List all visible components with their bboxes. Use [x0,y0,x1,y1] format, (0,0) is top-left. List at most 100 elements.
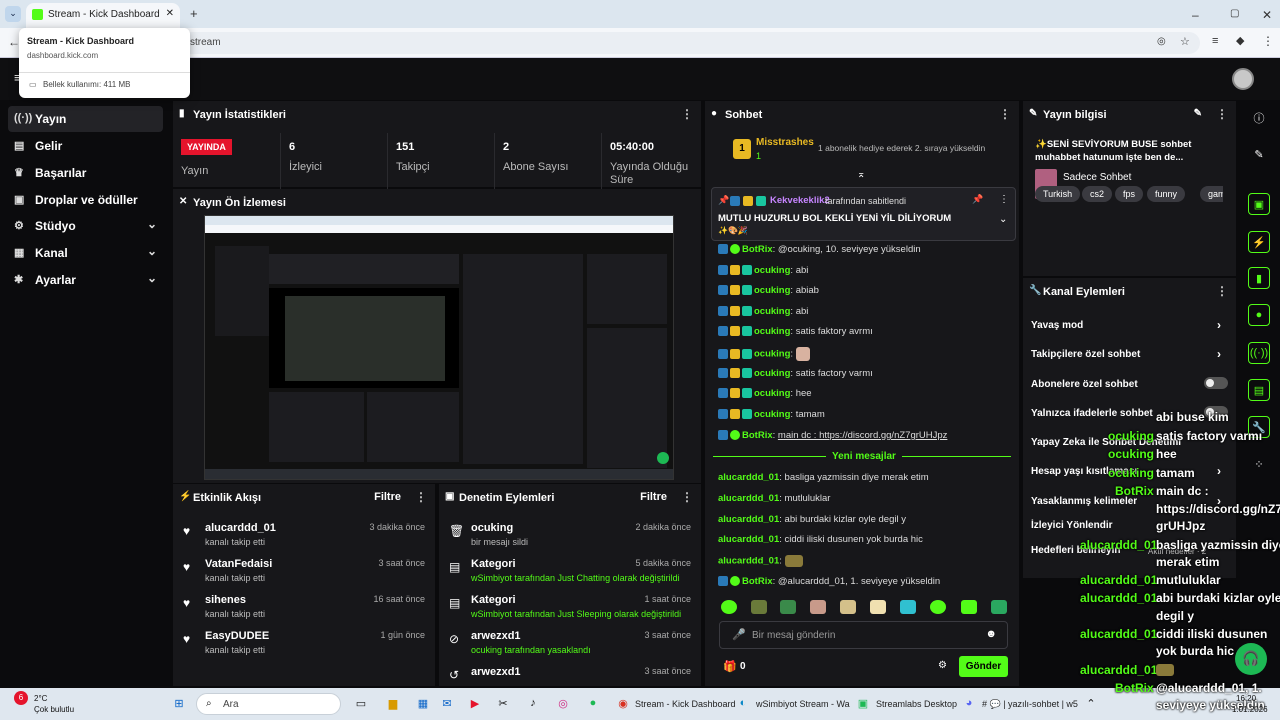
taskbar-app-streamlabs[interactable]: Streamlabs Desktop [876,699,957,709]
chevron-down-icon: ⌄ [146,271,157,285]
taskbar-search[interactable]: ⌕ Ara [196,693,341,715]
list-item: ↺ arwezxd1 3 saat önce [449,666,691,682]
tag[interactable]: cs2 [1082,186,1113,202]
more-options-icon[interactable]: ⋮ [681,490,693,504]
weather-temp[interactable]: 2°C [34,694,47,703]
menu-icon[interactable]: ⋮ [1262,34,1274,48]
subscribers-only-toggle[interactable] [1204,377,1228,389]
more-options-icon[interactable]: ⋮ [1216,284,1228,298]
memory-icon: ▭ [29,80,37,89]
extension-icon[interactable]: ◆ [1236,34,1244,47]
taskbar-app-chrome[interactable]: Stream - Kick Dashboard [635,699,736,709]
system-tray-icon[interactable]: ⌃ [1080,693,1102,715]
more-options-icon[interactable]: ⋮ [681,107,693,121]
expand-icon[interactable]: ⌄ [999,214,1007,225]
outlook-icon[interactable]: ✉ [436,693,458,715]
emote-icon[interactable] [721,600,737,614]
emote-icon[interactable] [930,600,946,614]
more-options-icon[interactable]: ⋮ [999,107,1011,121]
sidebar-item-studyo[interactable]: ⚙ Stüdyo ⌄ [8,213,163,239]
action-followers-only[interactable]: Takipçilere özel sohbet › [1031,347,1221,361]
emote-icon[interactable] [900,600,916,614]
unpin-icon[interactable]: 📌 [972,194,983,205]
emote-icon[interactable] [810,600,826,614]
emote-icon[interactable] [751,600,767,614]
sidebar-item-droplar[interactable]: ▣ Droplar ve ödüller [8,187,163,213]
emote-icon[interactable] [780,600,796,614]
broadcast-icon[interactable]: ((·)) [1248,342,1270,364]
chat-toggle-icon[interactable]: ● [1248,304,1270,326]
emote-icon[interactable] [991,600,1007,614]
overlay-message: yok burda hic [1156,644,1235,658]
tag[interactable]: fps [1115,186,1144,202]
emoji-icon[interactable]: ☻ [985,628,997,640]
layout-icon[interactable]: ⁘ [1248,454,1270,476]
microphone-icon[interactable]: 🎤 [732,628,746,641]
windows-start-icon[interactable]: ⊞ [168,693,190,715]
edge-icon[interactable]: ◐ [732,693,754,715]
sidebar-item-basarilar[interactable]: ♛ Başarılar [8,160,163,186]
bolt-icon[interactable]: ⚡ [1248,231,1270,253]
avatar[interactable] [1232,68,1254,90]
hover-card-domain: dashboard.kick.com [27,51,99,60]
emote-icon[interactable] [870,600,886,614]
ban-icon: ⊘ [449,632,460,646]
more-options-icon[interactable]: ⋮ [999,194,1009,205]
collapse-icon[interactable]: ⌅ [857,169,865,180]
tag[interactable]: gam [1200,186,1223,202]
moderation-toggle-icon[interactable]: ▤ [1248,379,1270,401]
taskbar-app-discord[interactable]: # 💬 | yazılı-sohbet | w5 [982,699,1078,710]
instagram-icon[interactable]: ◎ [552,693,574,715]
tag[interactable]: Turkish [1035,186,1081,202]
category-icon: ▤ [449,596,461,610]
pencil-icon[interactable]: ✎ [1248,144,1270,166]
emote-icon[interactable] [961,600,977,614]
chat-input[interactable]: 🎤 Bir mesaj gönderin ☻ [719,621,1008,649]
tab-list-button[interactable]: ⌄ [5,6,21,22]
chrome-icon[interactable]: ◉ [612,693,634,715]
close-window-icon[interactable]: ✕ [1262,8,1272,22]
support-icon[interactable]: 🎧 [1235,643,1267,675]
overlay-user: alucarddd_01 [1080,538,1158,552]
spotify-icon[interactable]: ● [582,693,604,715]
points-icon[interactable]: 🎁 [723,660,737,673]
preview-video[interactable] [204,215,674,480]
sidebar-item-gelir[interactable]: ▤ Gelir [8,133,163,159]
sidebar-item-ayarlar[interactable]: ✱ Ayarlar ⌄ [8,267,163,293]
sidebar-item-yayin[interactable]: ((·)) Yayın [8,106,163,132]
maximize-icon[interactable]: ▢ [1230,8,1239,19]
sidebar-item-kanal[interactable]: ▦ Kanal ⌄ [8,240,163,266]
overlay-user: alucarddd_01 [1080,591,1158,605]
streamlabs-icon[interactable]: ▣ [852,693,874,715]
overlay-message: degil y [1156,609,1195,623]
list-item: ♥ VatanFedaisi kanalı takip etti 3 saat önc… [183,558,425,583]
browser-tab[interactable]: Stream - Kick Dashboard ✕ [26,3,180,28]
preview-toggle-icon[interactable]: ▣ [1248,193,1270,215]
chat-settings-icon[interactable]: ⚙ [938,660,947,671]
widgets-icon[interactable]: ▆ [382,693,404,715]
discord-icon[interactable]: ◕ [958,693,980,715]
heart-icon: ♥ [183,632,191,646]
chat-message: BotRix: @ocuking, 10. seviyeye yükseldin [718,244,921,255]
close-tab-icon[interactable]: ✕ [166,8,174,19]
capcut-icon[interactable]: ✂ [492,693,514,715]
task-view-icon[interactable]: ▭ [350,693,372,715]
new-tab-button[interactable]: + [190,6,198,21]
tag[interactable]: funny [1147,186,1186,202]
taskbar-app-edge[interactable]: wSimbiyot Stream - Wa [756,699,850,709]
tiktok-icon[interactable]: ♪ [522,693,544,715]
filter-button[interactable]: Filtre [374,491,401,503]
info-icon[interactable]: ⓘ [1248,106,1270,128]
overlay-message: tamam [1156,466,1195,480]
emote-icon[interactable] [840,600,856,614]
send-button[interactable]: Gönder [959,656,1008,677]
more-options-icon[interactable]: ⋮ [415,490,427,504]
youtube-icon[interactable]: ▶ [464,693,486,715]
filter-button[interactable]: Filtre [640,491,667,503]
trophy-icon: ♛ [14,167,24,179]
clock-time[interactable]: 16:20 [1236,694,1256,703]
store-icon[interactable]: ▦ [412,693,434,715]
stats-icon[interactable]: ▮ [1248,267,1270,289]
action-slow-mode[interactable]: Yavaş mod › [1031,318,1221,332]
action-raid[interactable]: İzleyici Yönlendir [1031,520,1113,531]
